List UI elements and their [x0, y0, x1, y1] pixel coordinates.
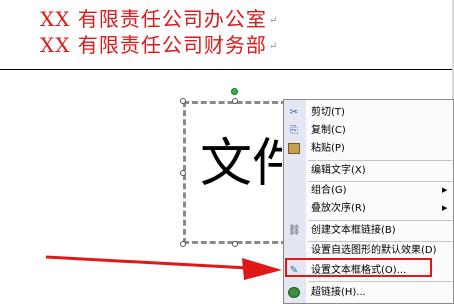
menu-item-default-effect[interactable]: 设置自选图形的默认效果(D) — [284, 242, 453, 259]
menu-item-label: 粘贴(P) — [311, 143, 345, 154]
menu-item-paste[interactable]: 粘贴(P) — [284, 140, 453, 157]
paragraph-mark-icon: ↵ — [268, 40, 279, 52]
menu-item-group[interactable]: 组合(G) ▶ — [284, 182, 453, 199]
resize-handle-top[interactable] — [232, 98, 238, 104]
paragraph-mark-icon: ↵ — [268, 14, 279, 26]
menu-separator — [308, 281, 452, 282]
menu-item-edit-text[interactable]: 编辑文字(X) — [284, 162, 453, 179]
menu-separator — [308, 160, 452, 161]
heading-line-finance: XX 有限责任公司财务部 ↵ — [40, 34, 278, 58]
menu-item-label: 叠放次序(R) — [311, 203, 366, 214]
menu-item-label: 复制(C) — [311, 125, 346, 136]
hyperlink-icon — [288, 287, 300, 298]
textbox-text[interactable]: 文件 — [200, 136, 282, 192]
menu-item-label: 设置自选图形的默认效果(D) — [311, 245, 437, 256]
selected-textbox[interactable]: 文件 — [183, 101, 287, 244]
menu-item-order[interactable]: 叠放次序(R) ▶ — [284, 200, 453, 217]
chain-link-icon: ⛓ — [288, 225, 301, 236]
copy-icon: ⎘ — [290, 125, 298, 136]
scissors-icon: ✂ — [289, 107, 299, 118]
menu-item-copy[interactable]: ⎘ 复制(C) — [284, 122, 453, 139]
menu-separator — [308, 220, 452, 221]
menu-item-label: 剪切(T) — [311, 107, 345, 118]
submenu-arrow-icon: ▶ — [442, 204, 448, 212]
paste-icon — [288, 143, 300, 154]
annotation-highlight-box — [285, 258, 432, 277]
menu-item-label: 编辑文字(X) — [311, 165, 366, 176]
horizontal-rule — [0, 69, 452, 70]
menu-item-label: 超链接(H)... — [311, 287, 366, 298]
menu-item-create-link[interactable]: ⛓ 创建文本框链接(B) — [284, 222, 453, 239]
menu-item-hyperlink[interactable]: 超链接(H)... — [284, 284, 453, 301]
submenu-arrow-icon: ▶ — [442, 186, 448, 194]
heading-line-office-text: XX 有限责任公司办公室 — [40, 7, 267, 31]
heading-line-office: XX 有限责任公司办公室 ↵ — [40, 8, 278, 32]
rotate-handle[interactable] — [231, 88, 238, 95]
textbox-content-area[interactable]: 文件 — [188, 106, 282, 239]
resize-handle-left[interactable] — [180, 170, 186, 176]
menu-item-label: 组合(G) — [311, 185, 347, 196]
resize-handle-bottom[interactable] — [232, 241, 238, 247]
menu-item-label: 创建文本框链接(B) — [311, 225, 396, 236]
menu-item-cut[interactable]: ✂ 剪切(T) — [284, 104, 453, 121]
resize-handle-top-left[interactable] — [180, 98, 186, 104]
heading-line-finance-text: XX 有限责任公司财务部 — [40, 33, 267, 57]
resize-handle-bottom-left[interactable] — [180, 241, 186, 247]
